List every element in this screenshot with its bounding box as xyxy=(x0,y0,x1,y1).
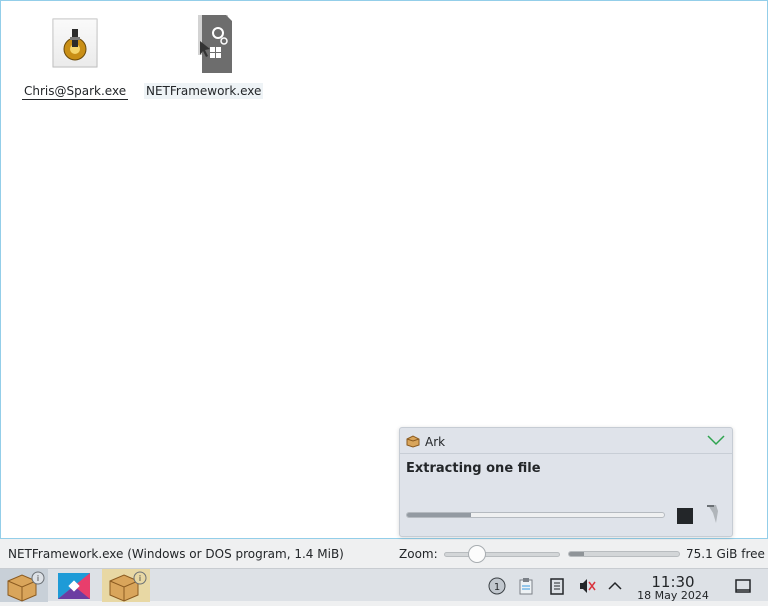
file-label: Chris@Spark.exe xyxy=(22,84,129,100)
stop-button[interactable] xyxy=(677,508,693,524)
executable-gears-icon[interactable] xyxy=(172,11,236,75)
task-ark-2[interactable]: i xyxy=(102,569,150,602)
ark-icon xyxy=(406,435,420,448)
selection-info: NETFramework.exe (Windows or DOS program… xyxy=(8,547,344,561)
disk-space-fill xyxy=(569,552,585,556)
notes-icon[interactable] xyxy=(548,577,566,595)
file-item-chris-spark[interactable]: Chris@Spark.exe xyxy=(22,11,129,100)
notification-app-name: Ark xyxy=(425,435,446,449)
clock[interactable]: 11:30 18 May 2024 xyxy=(633,573,713,602)
ark-notification[interactable]: Ark Extracting one file xyxy=(399,427,733,537)
svg-text:i: i xyxy=(37,574,39,583)
update-count: 1 xyxy=(494,582,500,593)
disk-space-bar xyxy=(568,551,680,557)
zoom-slider-track[interactable] xyxy=(444,552,560,557)
task-kde-connect[interactable] xyxy=(50,569,98,602)
clock-date: 18 May 2024 xyxy=(637,589,709,602)
kde-connect-icon xyxy=(58,573,90,599)
application-gear-icon[interactable] xyxy=(43,11,107,75)
svg-text:i: i xyxy=(139,574,141,583)
updates-badge-icon[interactable]: 1 xyxy=(488,577,506,595)
notification-title: Extracting one file xyxy=(406,461,541,476)
task-ark-1[interactable]: i xyxy=(0,569,48,602)
clipboard-icon[interactable] xyxy=(517,577,535,595)
file-view[interactable]: Chris@Spark.exe NETFramework.exe Ark Ext… xyxy=(0,0,768,539)
collapse-chevron-icon[interactable] xyxy=(706,433,726,447)
audio-muted-icon[interactable] xyxy=(578,577,596,595)
zoom-slider-handle[interactable] xyxy=(468,545,486,563)
show-desktop-icon[interactable] xyxy=(734,577,752,595)
ark-icon: i xyxy=(7,571,45,602)
notification-header: Ark xyxy=(400,428,732,454)
zoom-label: Zoom: xyxy=(399,547,438,561)
status-bar: NETFramework.exe (Windows or DOS program… xyxy=(0,540,768,568)
pin-icon[interactable] xyxy=(704,503,722,525)
file-item-netframework[interactable]: NETFramework.exe xyxy=(144,11,264,99)
chevron-up-icon[interactable] xyxy=(606,577,624,595)
taskbar: i i 1 11:30 18 May 2024 xyxy=(0,568,768,602)
progress-fill xyxy=(407,513,472,517)
file-label: NETFramework.exe xyxy=(144,83,264,99)
ark-icon: i xyxy=(109,571,147,602)
free-space-text: 75.1 GiB free xyxy=(686,547,765,561)
extract-progress-bar xyxy=(406,512,665,518)
